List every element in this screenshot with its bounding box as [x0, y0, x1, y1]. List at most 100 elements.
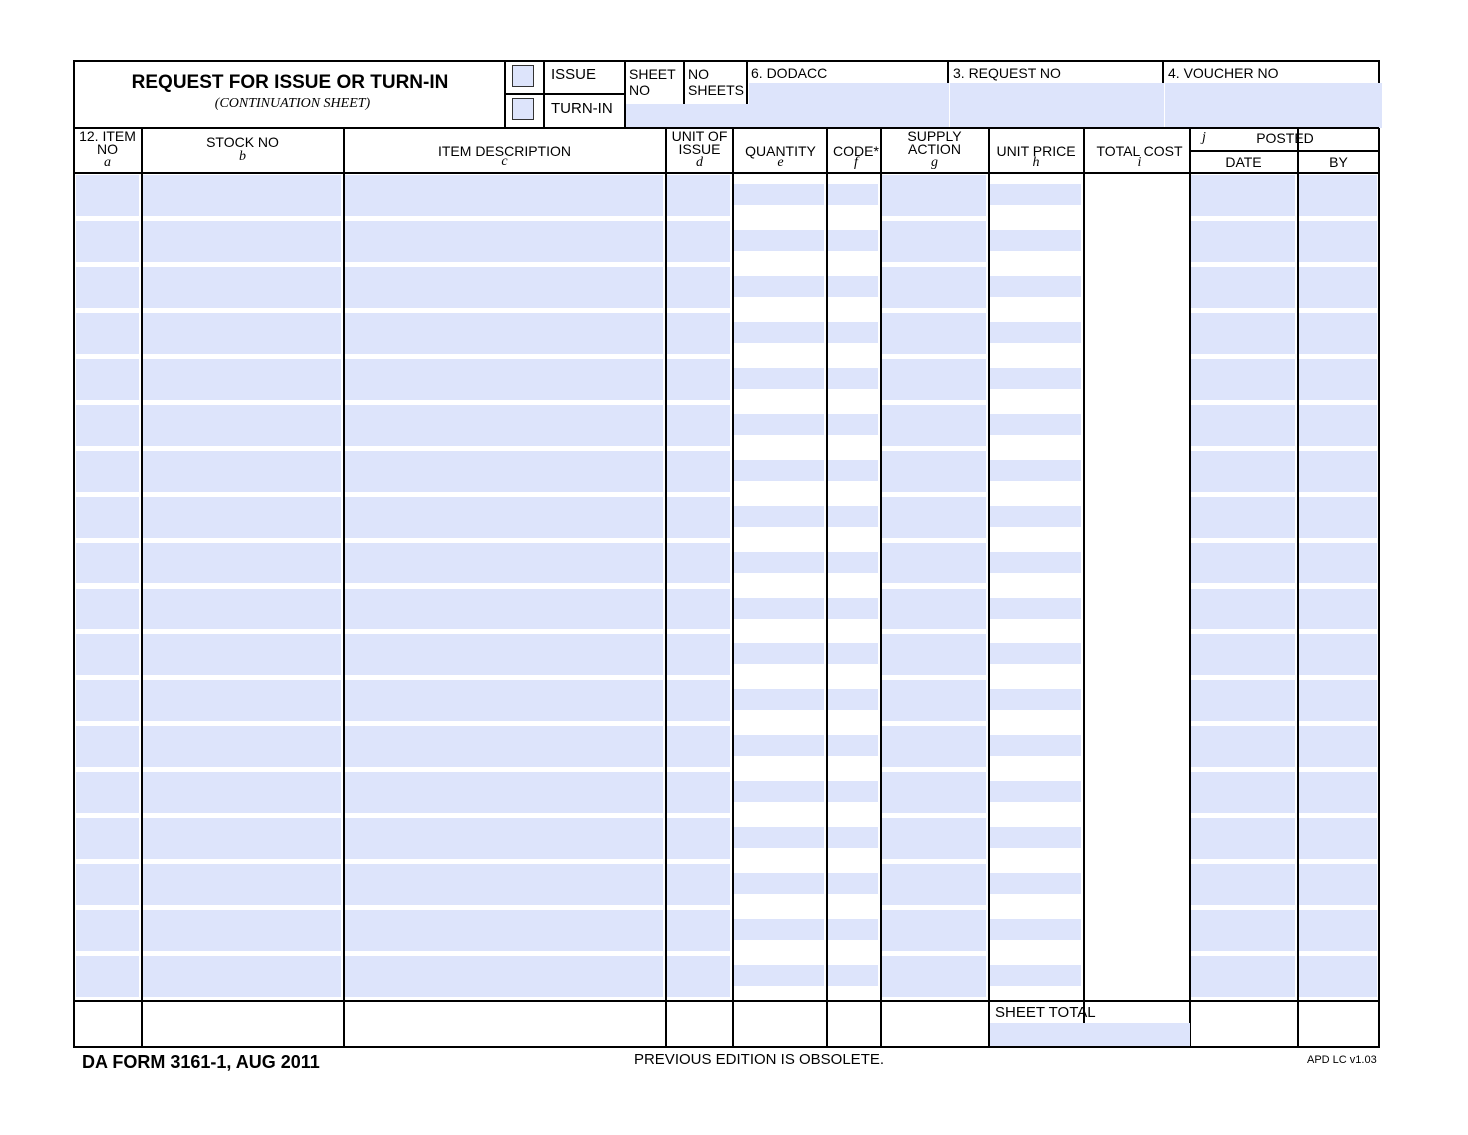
posted-by-field[interactable] [1299, 634, 1377, 676]
code-field[interactable] [828, 321, 878, 343]
stock-no-field[interactable] [143, 542, 341, 584]
unit-price-field[interactable] [990, 781, 1081, 803]
item-description-field[interactable] [345, 450, 663, 492]
item-no-field[interactable] [76, 680, 139, 722]
item-description-field[interactable] [345, 266, 663, 308]
item-no-field[interactable] [76, 312, 139, 354]
stock-no-field[interactable] [143, 266, 341, 308]
unit-of-issue-field[interactable] [667, 450, 730, 492]
code-field[interactable] [828, 229, 878, 251]
posted-by-field[interactable] [1299, 864, 1377, 906]
code-field[interactable] [828, 781, 878, 803]
posted-date-field[interactable] [1191, 818, 1295, 860]
posted-date-field[interactable] [1191, 910, 1295, 952]
item-description-field[interactable] [345, 220, 663, 262]
unit-of-issue-field[interactable] [667, 496, 730, 538]
issue-checkbox[interactable] [512, 65, 534, 87]
unit-of-issue-field[interactable] [667, 956, 730, 997]
supply-action-field[interactable] [882, 450, 986, 492]
stock-no-field[interactable] [143, 404, 341, 446]
supply-action-field[interactable] [882, 726, 986, 768]
code-field[interactable] [828, 873, 878, 895]
item-no-field[interactable] [76, 496, 139, 538]
code-field[interactable] [828, 184, 878, 205]
unit-of-issue-field[interactable] [667, 404, 730, 446]
code-field[interactable] [828, 459, 878, 481]
code-field[interactable] [828, 597, 878, 619]
posted-date-field[interactable] [1191, 680, 1295, 722]
posted-by-field[interactable] [1299, 220, 1377, 262]
unit-price-field[interactable] [990, 551, 1081, 573]
item-no-field[interactable] [76, 864, 139, 906]
unit-price-field[interactable] [990, 459, 1081, 481]
quantity-field[interactable] [734, 827, 824, 849]
quantity-field[interactable] [734, 781, 824, 803]
posted-by-field[interactable] [1299, 542, 1377, 584]
posted-date-field[interactable] [1191, 312, 1295, 354]
unit-price-field[interactable] [990, 873, 1081, 895]
posted-by-field[interactable] [1299, 818, 1377, 860]
posted-by-field[interactable] [1299, 772, 1377, 814]
stock-no-field[interactable] [143, 864, 341, 906]
posted-by-field[interactable] [1299, 266, 1377, 308]
quantity-field[interactable] [734, 551, 824, 573]
item-no-field[interactable] [76, 220, 139, 262]
unit-price-field[interactable] [990, 184, 1081, 205]
item-no-field[interactable] [76, 634, 139, 676]
unit-price-field[interactable] [990, 735, 1081, 757]
supply-action-field[interactable] [882, 220, 986, 262]
posted-by-field[interactable] [1299, 175, 1377, 216]
stock-no-field[interactable] [143, 496, 341, 538]
quantity-field[interactable] [734, 919, 824, 941]
unit-price-field[interactable] [990, 505, 1081, 527]
unit-price-field[interactable] [990, 965, 1081, 987]
unit-of-issue-field[interactable] [667, 266, 730, 308]
posted-by-field[interactable] [1299, 358, 1377, 400]
code-field[interactable] [828, 827, 878, 849]
item-description-field[interactable] [345, 404, 663, 446]
supply-action-field[interactable] [882, 312, 986, 354]
quantity-field[interactable] [734, 689, 824, 711]
posted-by-field[interactable] [1299, 910, 1377, 952]
item-description-field[interactable] [345, 864, 663, 906]
supply-action-field[interactable] [882, 175, 986, 216]
posted-date-field[interactable] [1191, 220, 1295, 262]
quantity-field[interactable] [734, 643, 824, 665]
posted-by-field[interactable] [1299, 680, 1377, 722]
stock-no-field[interactable] [143, 588, 341, 630]
sheet-total-field[interactable] [990, 1023, 1190, 1046]
quantity-field[interactable] [734, 229, 824, 251]
item-description-field[interactable] [345, 542, 663, 584]
code-field[interactable] [828, 689, 878, 711]
code-field[interactable] [828, 367, 878, 389]
code-field[interactable] [828, 965, 878, 987]
code-field[interactable] [828, 735, 878, 757]
item-no-field[interactable] [76, 358, 139, 400]
posted-by-field[interactable] [1299, 956, 1377, 997]
quantity-field[interactable] [734, 184, 824, 205]
supply-action-field[interactable] [882, 542, 986, 584]
unit-of-issue-field[interactable] [667, 818, 730, 860]
posted-by-field[interactable] [1299, 404, 1377, 446]
posted-date-field[interactable] [1191, 956, 1295, 997]
posted-by-field[interactable] [1299, 450, 1377, 492]
stock-no-field[interactable] [143, 220, 341, 262]
posted-by-field[interactable] [1299, 312, 1377, 354]
quantity-field[interactable] [734, 505, 824, 527]
sheet-no-field[interactable] [626, 104, 686, 128]
item-description-field[interactable] [345, 175, 663, 216]
item-description-field[interactable] [345, 312, 663, 354]
dodacc-field[interactable] [749, 83, 949, 128]
unit-price-field[interactable] [990, 643, 1081, 665]
posted-date-field[interactable] [1191, 726, 1295, 768]
item-description-field[interactable] [345, 358, 663, 400]
stock-no-field[interactable] [143, 956, 341, 997]
posted-date-field[interactable] [1191, 634, 1295, 676]
unit-price-field[interactable] [990, 321, 1081, 343]
supply-action-field[interactable] [882, 910, 986, 952]
code-field[interactable] [828, 505, 878, 527]
supply-action-field[interactable] [882, 588, 986, 630]
posted-date-field[interactable] [1191, 588, 1295, 630]
supply-action-field[interactable] [882, 496, 986, 538]
item-no-field[interactable] [76, 266, 139, 308]
